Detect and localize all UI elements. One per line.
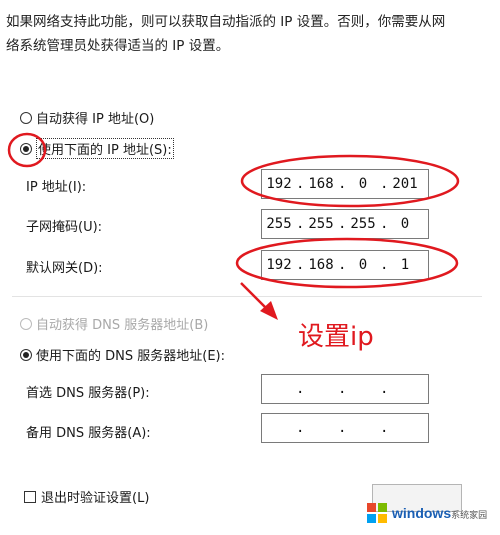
watermark: windows系统家园 (366, 496, 494, 530)
annotation-circle-radio (7, 132, 47, 168)
red-arrow-icon (240, 282, 278, 320)
annotation-layer (7, 132, 460, 320)
watermark-brand: windows系统家园 (392, 505, 487, 521)
watermark-brand-text: windows (392, 505, 452, 521)
watermark-sub: 系统家园 (451, 510, 488, 520)
annotation-text: 设置ip (298, 322, 374, 352)
annotation-circle-ip (240, 154, 460, 208)
annotation-circle-gateway (235, 237, 459, 289)
windows-logo-icon (367, 503, 387, 523)
